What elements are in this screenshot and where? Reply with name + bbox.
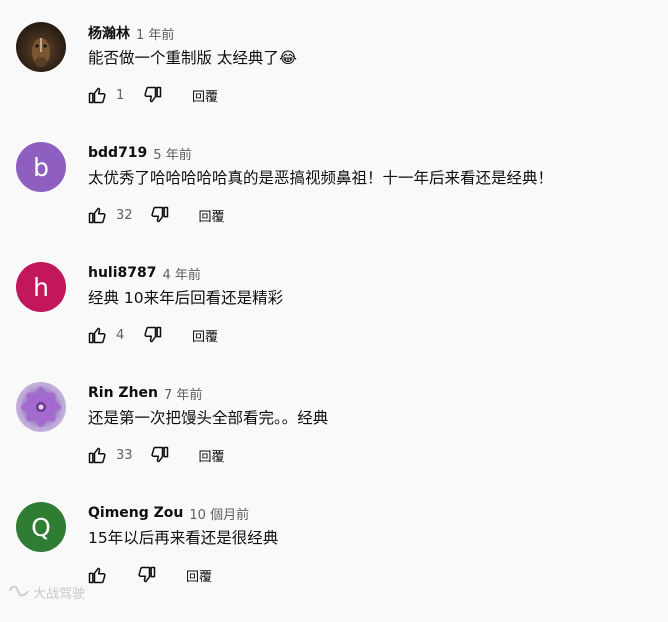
comment-item: h huli8787 4 年前 经典 10来年后回看还是精彩 4 回覆	[0, 262, 668, 382]
like-count: 32	[116, 207, 133, 223]
horse-avatar-image	[32, 28, 50, 67]
avatar[interactable]	[16, 22, 66, 72]
reply-button[interactable]: 回覆	[199, 446, 225, 465]
avatar[interactable]	[16, 382, 66, 432]
comment-time[interactable]: 5 年前	[153, 144, 191, 163]
reply-button[interactable]: 回覆	[186, 566, 212, 585]
comment-author[interactable]: Qimeng Zou	[88, 505, 183, 521]
avatar-letter: h	[33, 272, 49, 302]
comment-time[interactable]: 1 年前	[136, 24, 174, 43]
thumbs-down-icon[interactable]	[136, 564, 158, 586]
avatar-letter: b	[33, 152, 49, 182]
comment-time[interactable]: 7 年前	[164, 384, 202, 403]
comment-item: 杨瀚林 1 年前 能否做一个重制版 太经典了😂 1 回覆	[0, 22, 668, 142]
thumbs-up-icon[interactable]	[86, 444, 108, 466]
comment-author[interactable]: Rin Zhen	[88, 385, 158, 401]
avatar[interactable]: h	[16, 262, 66, 312]
comment-text: 太优秀了哈哈哈哈哈真的是恶搞视频鼻祖！十一年后来看还是经典！	[88, 169, 554, 187]
comment-time[interactable]: 4 年前	[163, 264, 201, 283]
comment-text: 还是第一次把馒头全部看完。。经典	[88, 409, 329, 427]
like-count: 33	[116, 447, 133, 463]
comment-time[interactable]: 10 個月前	[189, 504, 249, 523]
avatar-letter: Q	[31, 512, 51, 542]
thumbs-down-icon[interactable]	[142, 324, 164, 346]
comment-author[interactable]: bdd719	[88, 145, 147, 161]
avatar[interactable]: b	[16, 142, 66, 192]
like-count: 1	[116, 87, 125, 103]
comment-item: b bdd719 5 年前 太优秀了哈哈哈哈哈真的是恶搞视频鼻祖！十一年后来看还…	[0, 142, 668, 262]
comment-item: Rin Zhen 7 年前 还是第一次把馒头全部看完。。经典 33 回覆	[0, 382, 668, 502]
thumbs-down-icon[interactable]	[142, 84, 164, 106]
thumbs-up-icon[interactable]	[86, 324, 108, 346]
avatar[interactable]: Q	[16, 502, 66, 552]
watermark-logo-icon	[8, 584, 30, 602]
thumbs-down-icon[interactable]	[149, 444, 171, 466]
comment-author[interactable]: huli8787	[88, 265, 157, 281]
watermark: 大战驾驶	[8, 583, 85, 602]
comment-item: Q Qimeng Zou 10 個月前 15年以后再来看还是很经典 回覆	[0, 502, 668, 622]
comment-text: 能否做一个重制版 太经典了😂	[88, 49, 298, 67]
like-count: 4	[116, 327, 125, 343]
flower-avatar-image	[21, 387, 61, 427]
thumbs-up-icon[interactable]	[86, 564, 108, 586]
thumbs-up-icon[interactable]	[86, 84, 108, 106]
comment-text: 经典 10来年后回看还是精彩	[88, 289, 284, 307]
comment-author[interactable]: 杨瀚林	[88, 23, 130, 43]
reply-button[interactable]: 回覆	[199, 206, 225, 225]
watermark-text: 大战驾驶	[33, 587, 86, 602]
reply-button[interactable]: 回覆	[192, 326, 218, 345]
thumbs-up-icon[interactable]	[86, 204, 108, 226]
reply-button[interactable]: 回覆	[192, 86, 218, 105]
thumbs-down-icon[interactable]	[149, 204, 171, 226]
comment-text: 15年以后再来看还是很经典	[88, 529, 279, 547]
